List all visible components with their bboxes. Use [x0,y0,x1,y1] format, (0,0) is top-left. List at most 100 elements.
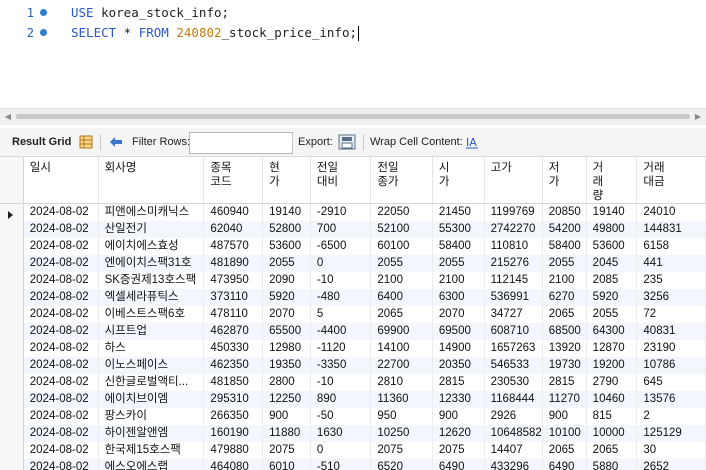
table-cell[interactable]: -10 [310,374,372,391]
table-row[interactable]: 2024-08-02 시프트업 462870 65500 -4400 69900 69500… [0,323,706,340]
table-cell[interactable]: 6270 [542,289,587,306]
table-cell[interactable]: 2055 [370,255,433,272]
export-icon[interactable] [338,128,356,156]
table-cell[interactable]: 1657263 [484,340,543,357]
table-cell[interactable]: 487570 [203,238,264,255]
table-cell[interactable]: 58400 [542,238,587,255]
table-cell[interactable]: 69900 [370,323,433,340]
row-selector[interactable] [0,323,24,340]
table-cell[interactable]: 112145 [484,272,543,289]
table-cell[interactable]: 55300 [432,221,485,238]
row-selector[interactable] [0,289,24,306]
table-cell[interactable]: 2055 [586,306,638,323]
table-cell[interactable]: 2800 [262,374,311,391]
table-cell[interactable]: 2065 [542,306,587,323]
table-cell[interactable]: -50 [310,408,372,425]
table-cell[interactable]: 19350 [262,357,311,374]
table-cell[interactable]: 1199769 [484,203,543,221]
refresh-icon[interactable] [107,128,125,156]
table-cell[interactable]: 2024-08-02 [23,221,99,238]
table-cell[interactable]: 2926 [484,408,543,425]
result-grid[interactable]: 일시 회사명 종목 코드 현 가 전일 대비 전일 종가 시 가 고가 저 가 거 래 량 거래 대금 2024-08… [0,157,706,470]
table-cell[interactable]: 53600 [262,238,311,255]
row-selector[interactable] [0,357,24,374]
table-cell[interactable]: 2100 [370,272,433,289]
table-cell[interactable]: 6158 [636,238,706,255]
column-header[interactable]: 거래 대금 [636,157,706,204]
table-cell[interactable]: 10100 [542,425,587,442]
table-cell[interactable]: 12620 [432,425,485,442]
table-cell[interactable]: 22700 [370,357,433,374]
table-cell[interactable]: 1168444 [484,391,543,408]
wrap-icon[interactable]: IA [465,128,479,156]
table-cell[interactable]: 6400 [370,289,433,306]
table-cell[interactable]: 2024-08-02 [23,425,99,442]
table-cell[interactable]: 2055 [432,255,485,272]
table-cell[interactable]: 이베스트스팩6호 [98,306,205,323]
table-cell[interactable]: 65500 [262,323,311,340]
table-row[interactable]: 2024-08-02 산일전기 62040 52800 700 52100 55300 274… [0,221,706,238]
table-cell[interactable]: 2045 [586,255,638,272]
table-cell[interactable]: 53600 [586,238,638,255]
grid-icon[interactable] [79,128,93,156]
table-row[interactable]: 2024-08-02 신한글로벌액티... 481850 2800 -10 2810 281… [0,374,706,391]
table-cell[interactable]: 2100 [542,272,587,289]
table-cell[interactable]: 6300 [432,289,485,306]
table-cell[interactable]: 481890 [203,255,264,272]
filter-rows-input[interactable] [189,132,293,154]
table-cell[interactable]: 2065 [586,442,638,459]
table-cell[interactable]: 478110 [203,306,264,323]
table-cell[interactable]: 144831 [636,221,706,238]
table-cell[interactable]: 10250 [370,425,433,442]
table-cell[interactable]: 2070 [432,306,485,323]
table-cell[interactable]: 266350 [203,408,264,425]
table-cell[interactable]: 64300 [586,323,638,340]
table-cell[interactable]: 69500 [432,323,485,340]
table-cell[interactable]: 5920 [586,289,638,306]
table-cell[interactable]: 2055 [262,255,311,272]
table-cell[interactable]: 54200 [542,221,587,238]
table-cell[interactable]: 58400 [432,238,485,255]
table-cell[interactable]: 24010 [636,203,706,221]
table-row[interactable]: 2024-08-02 이노스페이스 462350 19350 -3350 22700 203… [0,357,706,374]
table-cell[interactable]: 2024-08-02 [23,238,99,255]
table-cell[interactable]: 295310 [203,391,264,408]
table-cell[interactable]: 12250 [262,391,311,408]
row-selector[interactable] [0,238,24,255]
row-selector[interactable] [0,340,24,357]
table-cell[interactable]: 1630 [310,425,372,442]
table-cell[interactable]: 546533 [484,357,543,374]
table-cell[interactable]: 2024-08-02 [23,323,99,340]
table-cell[interactable]: 2024-08-02 [23,442,99,459]
table-row[interactable]: 2024-08-02 이베스트스팩6호 478110 2070 5 2065 2070 347… [0,306,706,323]
table-cell[interactable]: 2024-08-02 [23,459,99,470]
table-cell[interactable]: 700 [310,221,372,238]
table-cell[interactable]: -510 [310,459,372,470]
table-cell[interactable]: 900 [542,408,587,425]
table-cell[interactable]: 2090 [262,272,311,289]
table-cell[interactable]: 2024-08-02 [23,340,99,357]
table-cell[interactable]: 2024-08-02 [23,255,99,272]
table-cell[interactable]: 2070 [262,306,311,323]
table-cell[interactable]: 215276 [484,255,543,272]
code-line-1[interactable]: 1 USE korea_stock_info; [0,2,706,24]
table-cell[interactable]: 34727 [484,306,543,323]
table-cell[interactable]: 441 [636,255,706,272]
table-cell[interactable]: -3350 [310,357,372,374]
table-row[interactable]: 2024-08-02 SK증권제13호스팩 473950 2090 -10 2100 210… [0,272,706,289]
table-cell[interactable]: 160190 [203,425,264,442]
table-cell[interactable]: 10460 [586,391,638,408]
table-row[interactable]: 2024-08-02 팡스카이 266350 900 -50 950 900 2926 900 8… [0,408,706,425]
table-cell[interactable]: 60100 [370,238,433,255]
table-cell[interactable]: 6010 [262,459,311,470]
column-header[interactable]: 회사명 [98,157,205,204]
table-cell[interactable]: -4400 [310,323,372,340]
table-cell[interactable]: 하스 [98,340,205,357]
table-cell[interactable]: 373110 [203,289,264,306]
column-header[interactable]: 전일 종가 [370,157,433,204]
table-cell[interactable]: 에이치에스효성 [98,238,205,255]
table-cell[interactable]: 에스오에스랩 [98,459,205,470]
table-cell[interactable]: 0 [310,255,372,272]
table-cell[interactable]: 645 [636,374,706,391]
table-cell[interactable]: 52100 [370,221,433,238]
